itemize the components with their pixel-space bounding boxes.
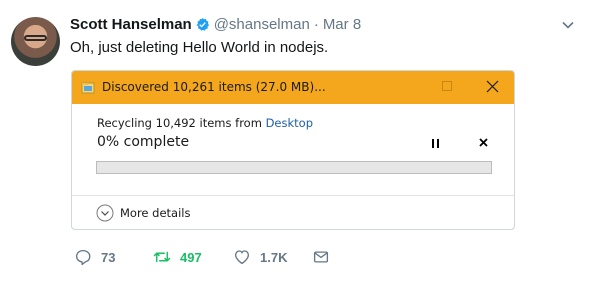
pause-button[interactable] — [432, 139, 440, 148]
source-folder-link[interactable]: Desktop — [266, 116, 313, 130]
close-icon[interactable] — [486, 80, 499, 93]
divider — [72, 195, 514, 196]
dialog-title: Discovered 10,261 items (27.0 MB)... — [102, 80, 326, 94]
recycling-status: Recycling 10,492 items from Desktop — [97, 116, 313, 130]
recycle-bin-icon — [81, 82, 95, 94]
direct-message-button[interactable] — [312, 247, 339, 267]
more-details-label: More details — [120, 206, 191, 220]
progress-bar — [96, 161, 492, 174]
tweet-header: Scott Hanselman @shanselman · Mar 8 — [70, 14, 361, 34]
maximize-button[interactable] — [442, 81, 452, 91]
dialog-titlebar[interactable]: Discovered 10,261 items (27.0 MB)... — [72, 71, 514, 104]
tweet: Scott Hanselman @shanselman · Mar 8 Oh, … — [0, 0, 594, 284]
more-details-toggle[interactable]: More details — [96, 204, 190, 222]
reply-icon — [75, 249, 91, 266]
tweet-date[interactable]: Mar 8 — [323, 16, 361, 33]
header-separator: · — [313, 15, 319, 33]
chevron-down-circle-icon — [96, 204, 114, 222]
chevron-down-icon[interactable] — [561, 18, 575, 32]
like-count: 1.7K — [260, 249, 288, 265]
retweet-count: 497 — [180, 249, 202, 265]
reply-count: 73 — [101, 249, 116, 265]
author-name[interactable]: Scott Hanselman — [70, 16, 192, 33]
reply-button[interactable]: 73 — [74, 247, 115, 267]
recycling-text: Recycling 10,492 items from — [97, 116, 266, 130]
retweet-icon — [153, 251, 171, 263]
envelope-icon — [313, 251, 329, 263]
author-handle[interactable]: @shanselman — [214, 16, 310, 33]
delete-progress-dialog: Discovered 10,261 items (27.0 MB)... Rec… — [71, 70, 515, 230]
retweet-button[interactable]: 497 — [153, 247, 202, 267]
stop-button[interactable] — [478, 137, 489, 148]
verified-badge-icon — [196, 17, 209, 31]
heart-icon — [234, 250, 250, 265]
avatar[interactable] — [11, 17, 60, 66]
like-button[interactable]: 1.7K — [233, 247, 287, 267]
tweet-text: Oh, just deleting Hello World in nodejs. — [70, 39, 329, 56]
percent-complete: 0% complete — [97, 134, 190, 150]
